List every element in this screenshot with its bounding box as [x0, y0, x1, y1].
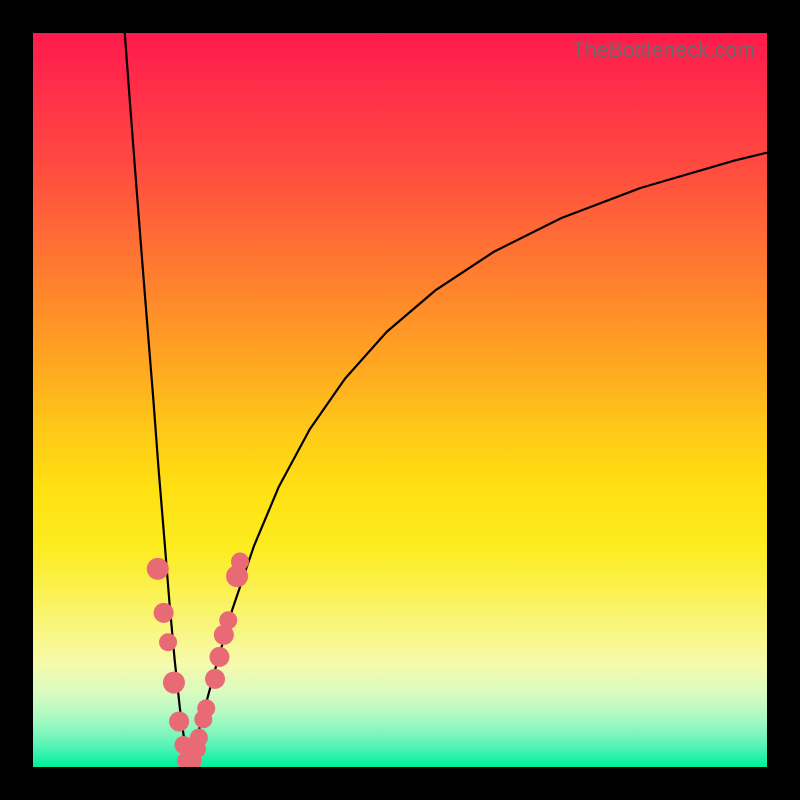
data-marker: [205, 669, 225, 689]
data-marker: [197, 699, 215, 717]
watermark-text: TheBottleneck.com: [572, 39, 755, 63]
chart-frame: TheBottleneck.com: [0, 0, 800, 800]
data-marker: [147, 558, 169, 580]
curve-markers: [147, 552, 249, 767]
data-marker: [169, 711, 189, 731]
data-marker: [154, 603, 174, 623]
data-marker: [219, 611, 237, 629]
data-marker: [231, 552, 249, 570]
data-marker: [190, 729, 208, 747]
series-right-branch: [189, 153, 767, 767]
data-marker: [163, 672, 185, 694]
data-marker: [159, 633, 177, 651]
plot-area: TheBottleneck.com: [33, 33, 767, 767]
chart-svg: [33, 33, 767, 767]
series-left-branch: [125, 33, 190, 767]
data-marker: [209, 647, 229, 667]
